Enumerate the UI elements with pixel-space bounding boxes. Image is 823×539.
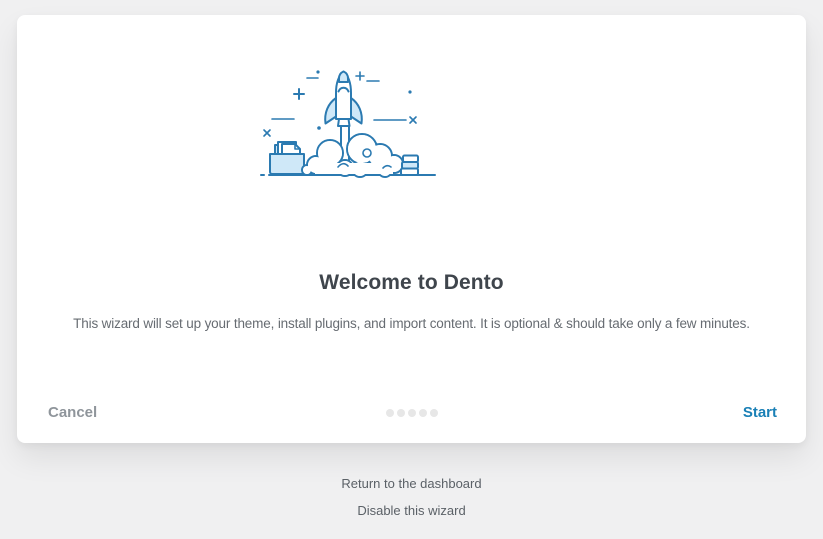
rocket-launch-icon: [255, 67, 445, 187]
return-dashboard-link[interactable]: Return to the dashboard: [0, 476, 823, 492]
rocket-shape: [325, 72, 362, 127]
progress-dots: [386, 409, 438, 417]
disable-wizard-link[interactable]: Disable this wizard: [0, 503, 823, 519]
progress-dot: [386, 409, 394, 417]
rocket-launch-illustration: [255, 67, 445, 187]
below-card-links: Return to the dashboard Disable this wiz…: [0, 476, 823, 530]
progress-dot: [397, 409, 405, 417]
wizard-page: { "window": { "background": "#f0f0f1" },…: [0, 0, 823, 539]
page-title: Welcome to Dento: [17, 271, 806, 295]
book-stack-shape: [401, 156, 418, 176]
card-footer: Cancel Start: [17, 403, 806, 427]
progress-dot: [430, 409, 438, 417]
progress-dot: [419, 409, 427, 417]
smoke-clouds-shape: [302, 134, 403, 177]
setup-wizard-card: Welcome to Dento This wizard will set up…: [17, 15, 806, 443]
start-button[interactable]: Start: [743, 404, 777, 421]
wizard-description: This wizard will set up your theme, inst…: [17, 315, 806, 332]
progress-dot: [408, 409, 416, 417]
folder-documents-shape: [270, 142, 304, 174]
cancel-button[interactable]: Cancel: [48, 404, 97, 421]
